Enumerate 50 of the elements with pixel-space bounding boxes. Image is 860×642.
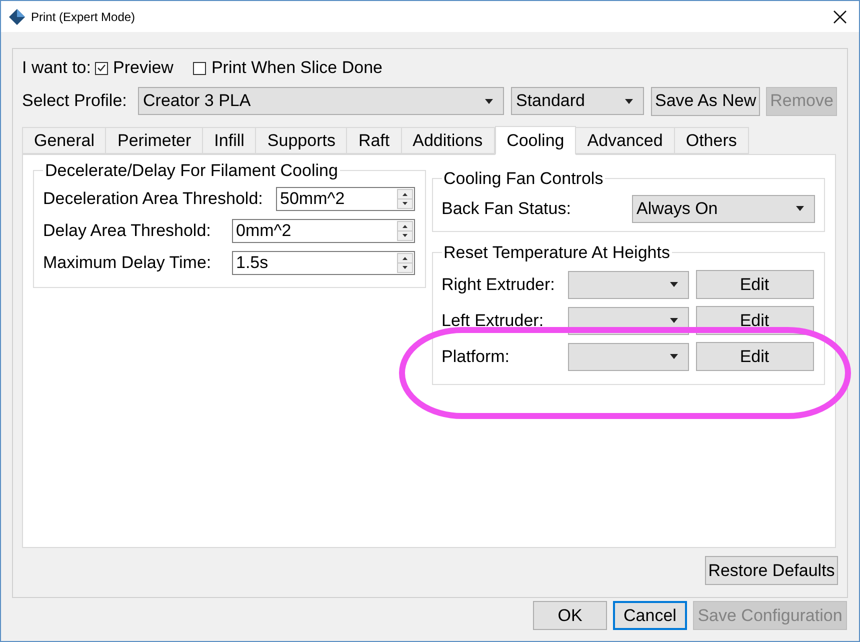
dialog-button[interactable]: Cancel [613, 601, 687, 630]
caret-icon [670, 282, 678, 287]
group-title: Cooling Fan Controls [442, 168, 604, 190]
spin-field[interactable]: 0mm^2 [232, 218, 415, 242]
field-label: Delay Area Threshold: [43, 220, 212, 242]
field-label: Left Extruder: [442, 310, 545, 332]
checkbox[interactable] [94, 62, 108, 74]
checkbox[interactable] [193, 62, 206, 74]
spin-arrows-icon [397, 252, 413, 272]
caret-icon [485, 98, 493, 104]
tab[interactable]: Cooling [494, 126, 576, 155]
checkbox-label[interactable]: Print When Slice Done [211, 55, 382, 81]
spin-arrows-icon [397, 188, 413, 208]
caret-icon [670, 354, 678, 359]
field-label: Right Extruder: [442, 274, 556, 296]
tab[interactable]: Additions [402, 127, 495, 154]
caret-icon [670, 318, 678, 323]
caret-icon [625, 98, 633, 104]
app-logo-icon [9, 8, 25, 24]
spin-field[interactable]: 50mm^2 [276, 186, 415, 210]
restore-defaults-button[interactable]: Restore Defaults [705, 556, 838, 585]
fan-status-dropdown[interactable]: Always On [632, 194, 814, 222]
field-label: Deceleration Area Threshold: [43, 188, 264, 210]
tab[interactable]: Raft [347, 127, 402, 154]
quality-dropdown[interactable]: Standard [511, 87, 644, 115]
tab[interactable]: Supports [256, 127, 348, 154]
tab[interactable]: Others [674, 127, 749, 154]
close-icon[interactable] [833, 10, 847, 24]
group-title: Decelerate/Delay For Filament Cooling [44, 160, 339, 182]
edit-button[interactable]: Edit [696, 342, 814, 371]
tab[interactable]: General [22, 127, 106, 154]
profile-label: Select Profile: [22, 90, 128, 112]
caret-icon [796, 206, 804, 211]
tab[interactable]: Advanced [576, 127, 675, 154]
spin-arrows-icon [397, 220, 413, 240]
profile-dropdown[interactable]: Creator 3 PLA [138, 87, 504, 115]
tab[interactable]: Perimeter [106, 127, 204, 154]
checkbox-label[interactable]: Preview [112, 55, 174, 81]
mode-label: I want to: [22, 57, 91, 80]
group-title: Reset Temperature At Heights [442, 242, 671, 264]
window-title: Print (Expert Mode) [31, 8, 136, 26]
edit-button[interactable]: Edit [696, 270, 814, 299]
dialog-button[interactable]: OK [533, 601, 607, 630]
field-label: Platform: [442, 346, 511, 368]
field-label: Maximum Delay Time: [43, 252, 212, 274]
checkmark-icon [96, 64, 106, 72]
spin-field[interactable]: 1.5s [232, 250, 415, 274]
profile-button[interactable]: Save As New [651, 86, 760, 116]
tab[interactable]: Infill [203, 127, 256, 154]
field-label: Back Fan Status: [442, 198, 572, 220]
